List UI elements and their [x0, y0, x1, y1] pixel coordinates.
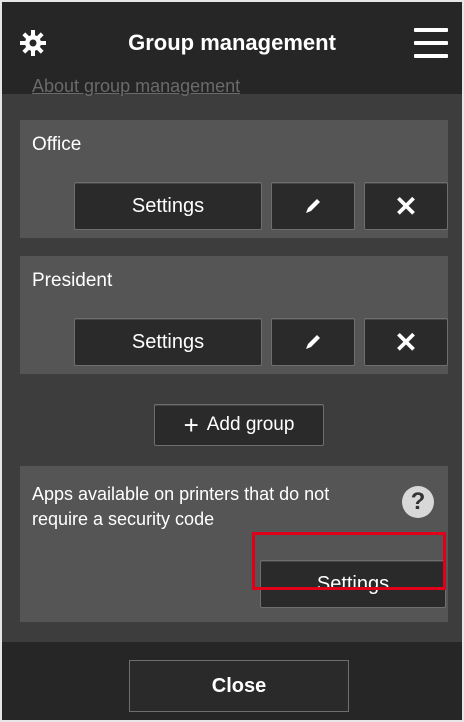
edit-group-button[interactable] [271, 182, 355, 230]
pencil-icon [306, 199, 320, 213]
security-description: Apps available on printers that do not r… [32, 484, 330, 529]
close-button[interactable]: Close [129, 660, 349, 712]
group-panel-president: President Settings ✕ [20, 256, 448, 374]
hamburger-menu-icon[interactable] [414, 28, 448, 58]
highlight-box [252, 532, 446, 590]
header-bar: Group management About group management [2, 2, 462, 97]
edit-group-button[interactable] [271, 318, 355, 366]
about-group-management-link[interactable]: About group management [32, 76, 240, 97]
add-group-button[interactable]: + Add group [154, 404, 324, 446]
help-icon[interactable]: ? [402, 486, 434, 518]
add-group-label: Add group [206, 414, 295, 435]
group-panel-office: Office Settings ✕ [20, 120, 448, 238]
group-settings-button[interactable]: Settings [74, 182, 262, 230]
group-name: Office [32, 134, 82, 155]
delete-group-button[interactable]: ✕ [364, 318, 448, 366]
app-screen: Office Settings ✕ President Settings ✕ +… [0, 0, 464, 722]
delete-group-button[interactable]: ✕ [364, 182, 448, 230]
group-name: President [32, 270, 113, 291]
page-title: Group management [128, 30, 336, 55]
pencil-icon [306, 335, 320, 349]
group-settings-button[interactable]: Settings [74, 318, 262, 366]
plus-icon: + [183, 410, 199, 440]
footer-bar: Close [2, 642, 462, 720]
